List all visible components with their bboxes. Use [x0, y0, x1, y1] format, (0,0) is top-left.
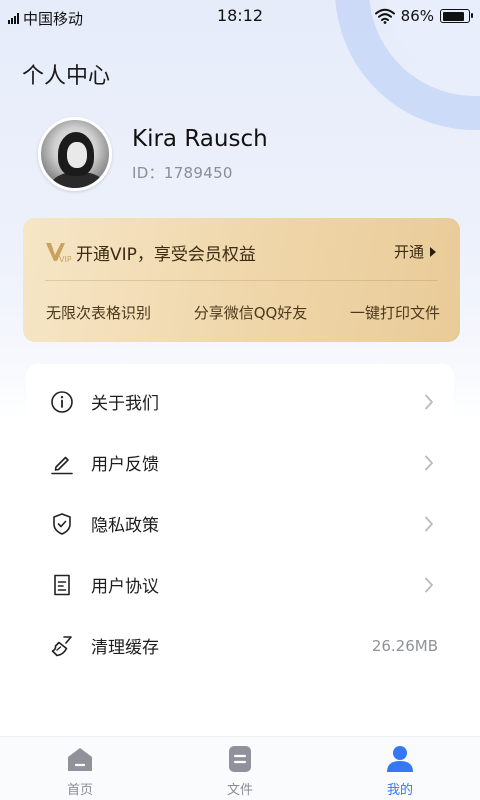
chevron-right-icon [425, 577, 433, 592]
wifi-icon [374, 8, 395, 24]
menu-item-feedback[interactable]: 用户反馈 [26, 432, 454, 493]
menu-item-clear-cache[interactable]: 清理缓存 26.26MB [26, 615, 454, 676]
settings-menu: 关于我们 用户反馈 隐私政策 用户协议 清理缓存 26.26MB [26, 364, 454, 736]
vip-benefits: 无限次表格识别 分享微信QQ好友 一键打印文件 [46, 302, 440, 323]
battery-icon [440, 9, 473, 23]
avatar[interactable] [38, 117, 112, 191]
cache-size: 26.26MB [371, 636, 438, 655]
vip-title: 开通VIP，享受会员权益 [76, 245, 256, 265]
vip-open-button[interactable]: 开通 [394, 241, 436, 262]
broom-icon [51, 635, 72, 656]
tab-label: 首页 [66, 783, 93, 798]
menu-label: 用户反馈 [91, 455, 159, 475]
profile-text: Kira Rausch ID：1789450 [132, 126, 268, 183]
chevron-right-icon [425, 516, 433, 531]
pencil-icon [51, 456, 73, 474]
page-title: 个人中心 [22, 64, 111, 89]
tab-label: 文件 [226, 783, 253, 798]
profile-section[interactable]: Kira Rausch ID：1789450 [38, 117, 268, 191]
menu-item-about[interactable]: 关于我们 [26, 371, 454, 432]
menu-label: 隐私政策 [91, 516, 159, 536]
chevron-right-icon [425, 394, 433, 409]
vip-open-label: 开通 [393, 243, 424, 261]
battery-fill [442, 11, 464, 21]
status-right: 86% [374, 7, 473, 25]
chevron-right-icon [425, 455, 433, 470]
bottom-tab-bar: 首页 文件 我的 [0, 736, 480, 800]
document-icon [54, 574, 70, 595]
caret-right-icon [430, 246, 436, 257]
vip-logo-text: VIP [59, 255, 71, 264]
menu-item-agreement[interactable]: 用户协议 [26, 554, 454, 615]
home-icon [68, 748, 92, 771]
user-id: ID：1789450 [132, 163, 233, 182]
menu-item-privacy[interactable]: 隐私政策 [26, 493, 454, 554]
vip-divider [45, 280, 438, 281]
tab-mine[interactable]: 我的 [320, 737, 480, 800]
user-name: Kira Rausch [132, 125, 268, 152]
vip-logo-icon: VIP [46, 243, 71, 264]
vip-benefit: 一键打印文件 [349, 304, 440, 322]
tab-home[interactable]: 首页 [0, 737, 160, 800]
battery-percent: 86% [400, 7, 434, 25]
user-icon [387, 746, 413, 772]
menu-label: 关于我们 [91, 394, 159, 414]
vip-card[interactable]: VIP 开通VIP，享受会员权益 开通 无限次表格识别 分享微信QQ好友 一键打… [23, 218, 460, 342]
avatar-face [67, 142, 87, 168]
tab-files[interactable]: 文件 [160, 737, 320, 800]
file-icon [229, 746, 251, 772]
info-icon [51, 390, 73, 413]
menu-label: 用户协议 [91, 577, 159, 597]
menu-label: 清理缓存 [91, 638, 159, 658]
vip-benefit: 无限次表格识别 [46, 304, 152, 322]
vip-benefit: 分享微信QQ好友 [193, 304, 308, 322]
status-bar: 中国移动 18:12 86% [0, 0, 480, 34]
shield-check-icon [53, 512, 71, 535]
tab-label: 我的 [386, 783, 413, 798]
